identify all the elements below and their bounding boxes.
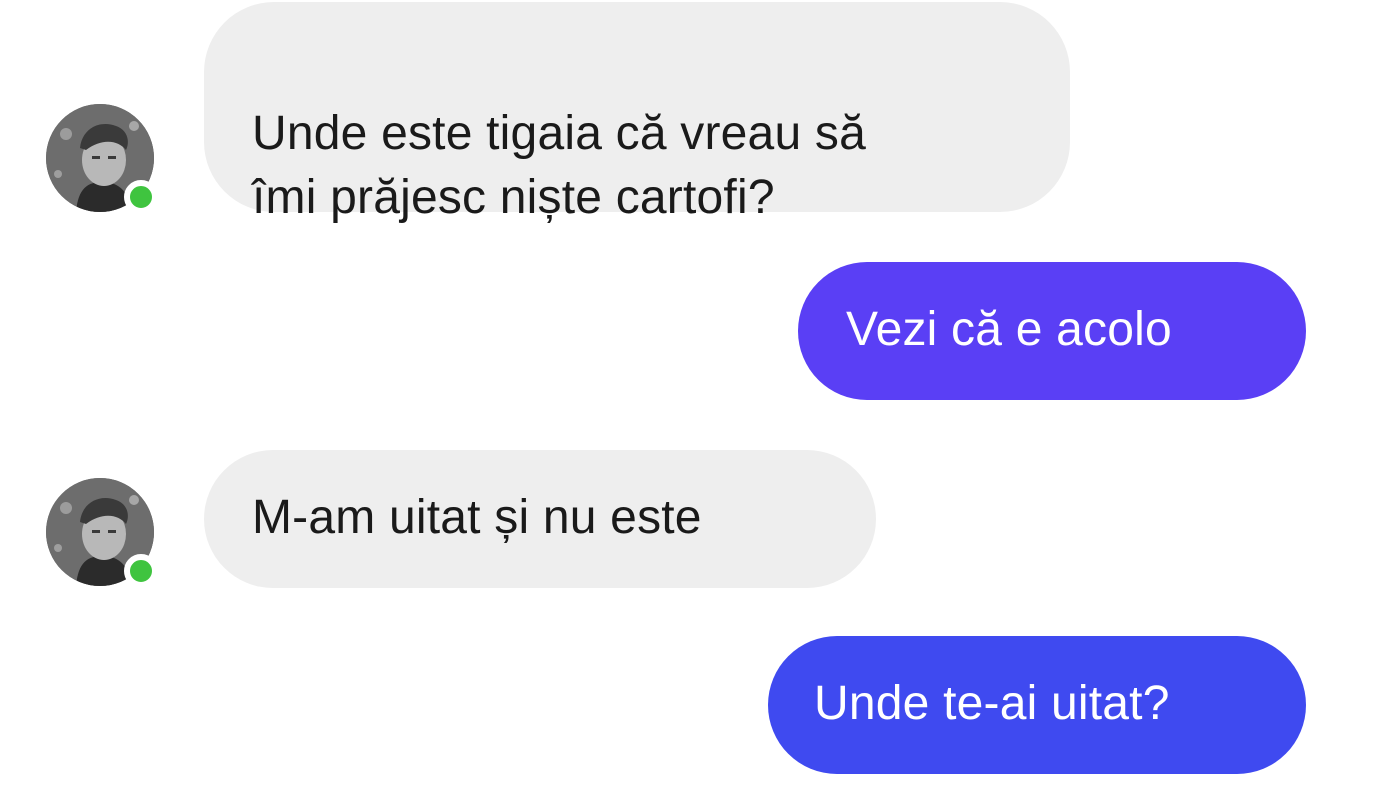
online-status-icon	[124, 554, 158, 588]
online-status-icon	[124, 180, 158, 214]
message-text: Unde este tigaia că vreau să îmi prăjesc…	[252, 107, 866, 224]
message-text: M-am uitat și nu este	[252, 491, 702, 544]
chat-thread: Unde este tigaia că vreau să îmi prăjesc…	[0, 0, 1400, 800]
message-text: Vezi că e acolo	[846, 303, 1172, 356]
message-bubble-outgoing[interactable]: Vezi că e acolo	[798, 262, 1306, 400]
message-text: Unde te-ai uitat?	[814, 677, 1170, 730]
message-bubble-incoming[interactable]: M-am uitat și nu este	[204, 450, 876, 588]
message-bubble-incoming[interactable]: Unde este tigaia că vreau să îmi prăjesc…	[204, 2, 1070, 224]
message-bubble-outgoing[interactable]: Unde te-ai uitat?	[768, 636, 1306, 774]
contact-avatar[interactable]	[46, 478, 158, 588]
contact-avatar[interactable]	[46, 104, 158, 214]
